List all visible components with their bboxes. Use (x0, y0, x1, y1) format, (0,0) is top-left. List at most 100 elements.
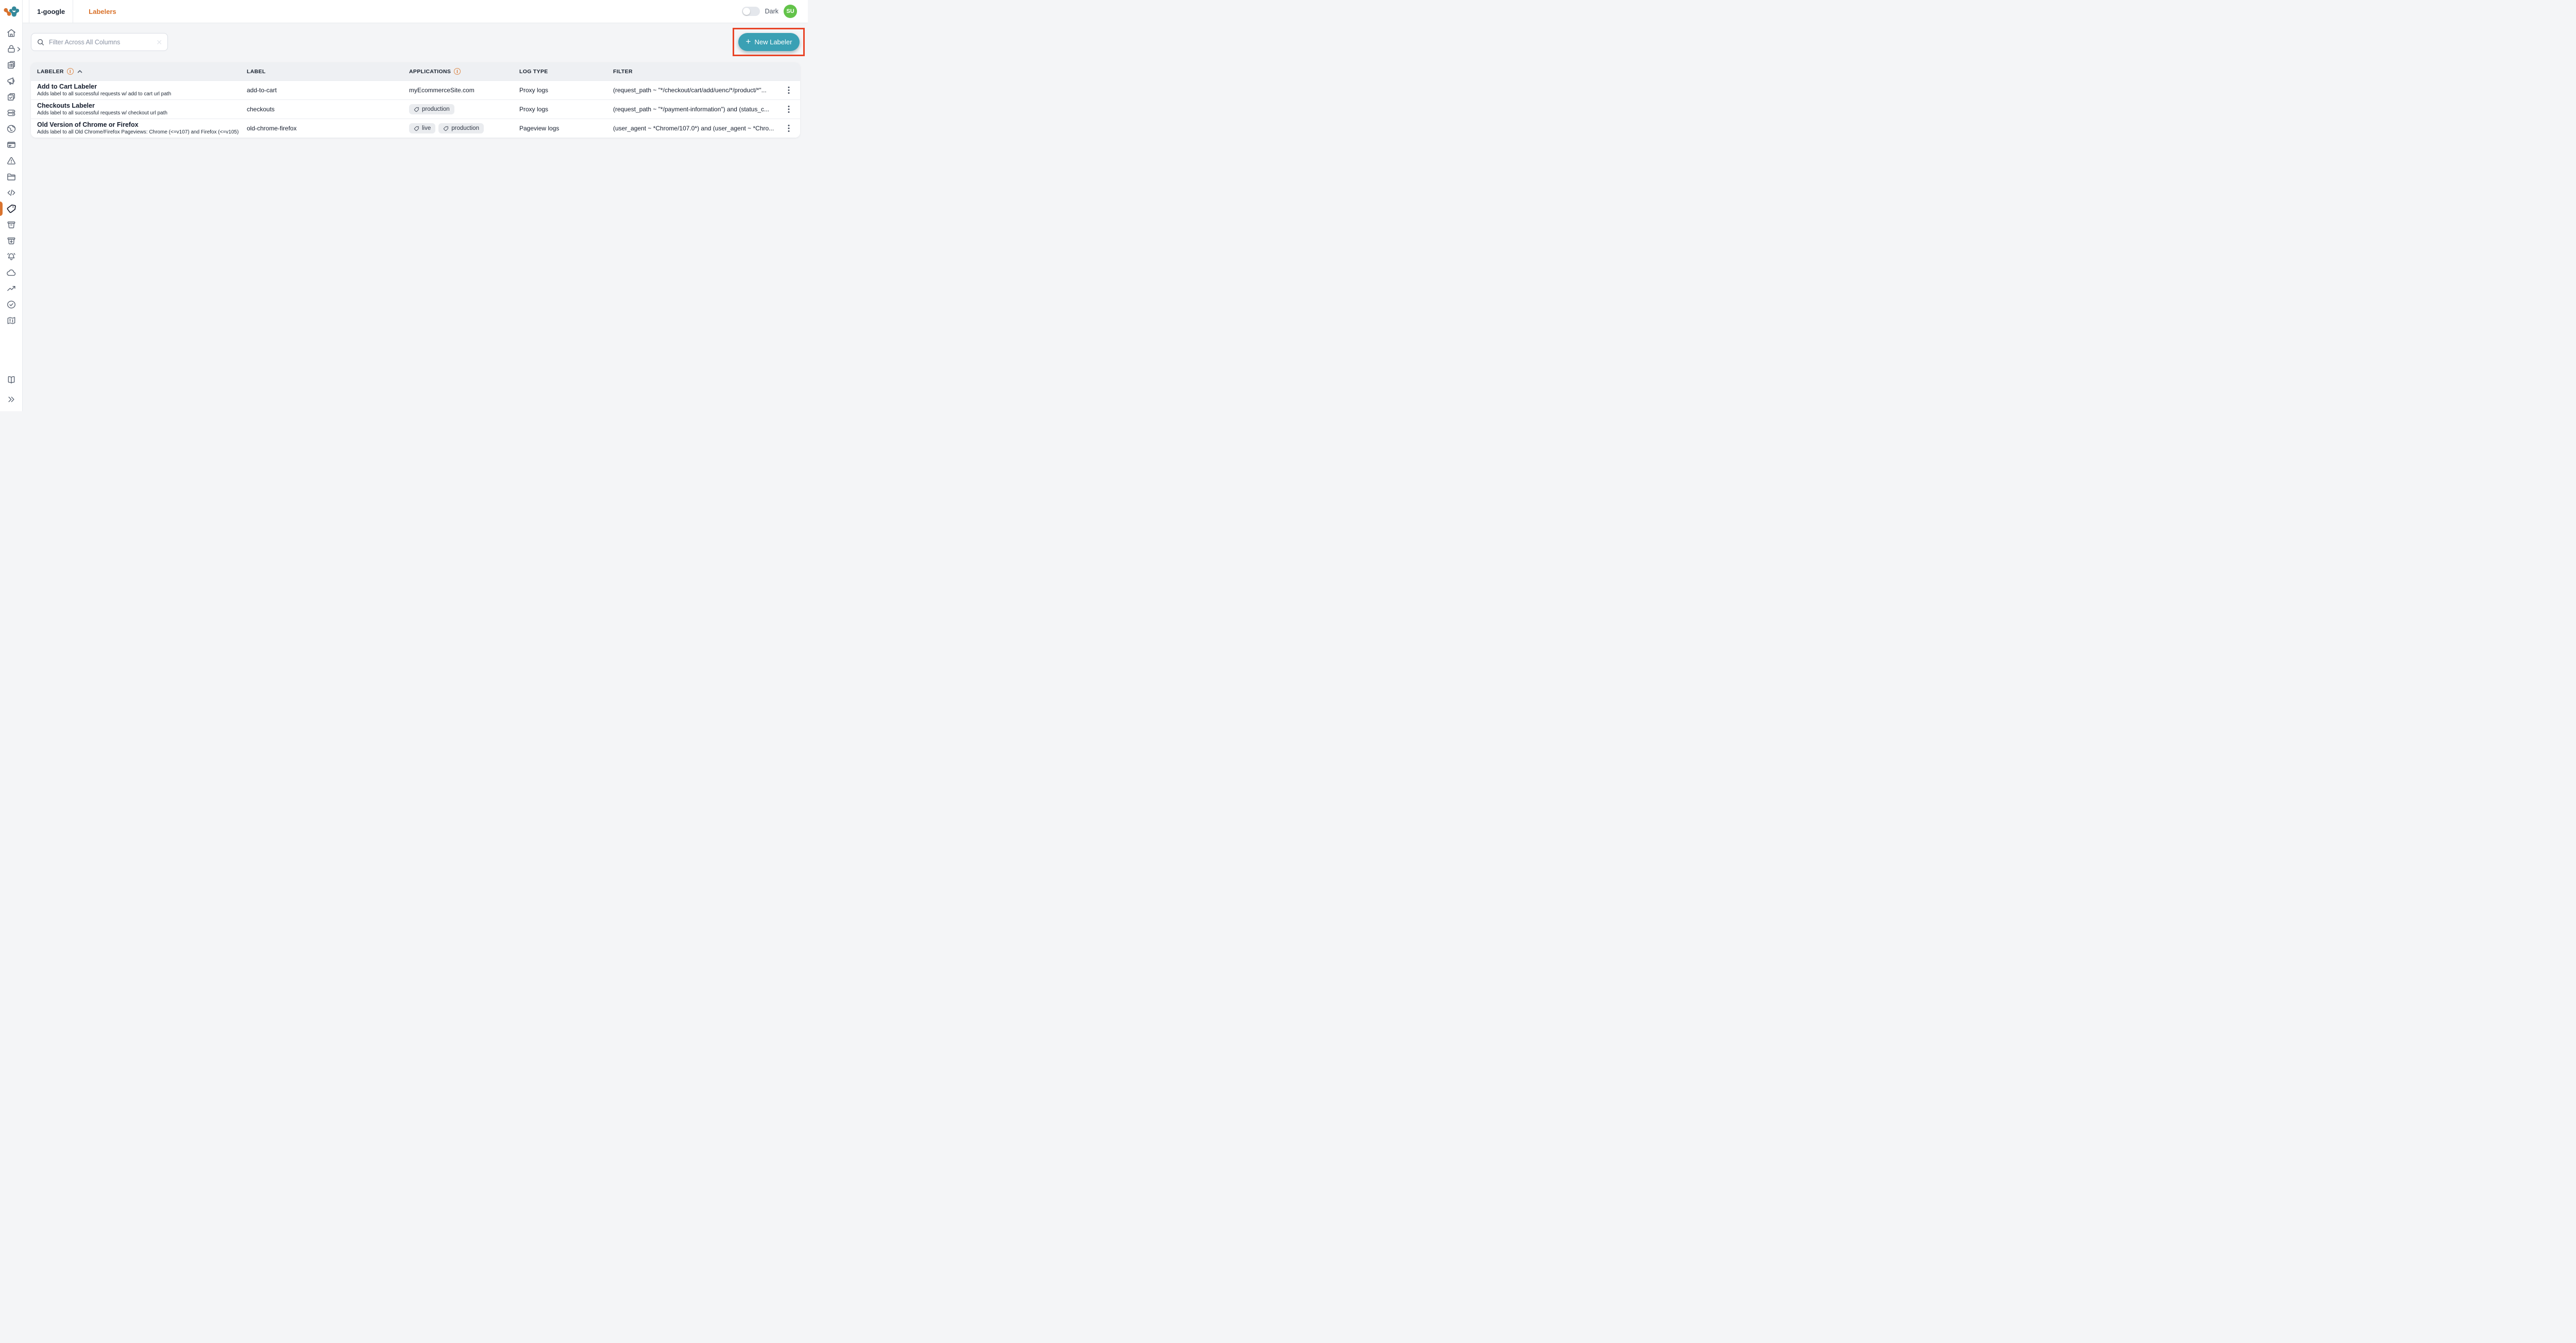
column-header-label[interactable]: LABEL (247, 69, 409, 75)
dark-mode-label: Dark (765, 8, 778, 15)
topbar-right: Dark SU (741, 5, 808, 18)
filter-search-box: ✕ (31, 33, 168, 51)
sidebar (0, 0, 23, 411)
cloud-icon (6, 269, 15, 276)
tag-icon (414, 126, 419, 131)
sidebar-item-megaphone[interactable] (0, 76, 22, 86)
check-circle-icon (7, 300, 15, 309)
tag-icon (414, 107, 419, 112)
map-icon (7, 317, 15, 324)
column-header-log-type[interactable]: LOG TYPE (519, 69, 613, 75)
info-icon[interactable]: i (66, 68, 74, 75)
labeler-description: Adds label to all successful requests w/… (37, 91, 172, 97)
sidebar-item-cloud[interactable] (0, 267, 22, 278)
kebab-menu-icon (788, 125, 790, 132)
labeler-description: Adds label to all Old Chrome/Firefox Pag… (37, 129, 239, 136)
sidebar-item-lock[interactable] (0, 44, 22, 54)
sidebar-item-pages[interactable] (0, 60, 22, 70)
credit-card-icon (7, 142, 15, 148)
log-type-cell: Proxy logs (519, 87, 549, 94)
labeler-name: Add to Cart Labeler (37, 82, 97, 90)
filter-cell: (user_agent ~ *Chrome/107.0*) and (user_… (613, 125, 774, 132)
user-avatar[interactable]: SU (784, 5, 797, 18)
sidebar-item-card[interactable] (0, 140, 22, 150)
tag-icon (444, 126, 449, 131)
labeler-cell: Checkouts Labeler Adds label to all succe… (31, 102, 247, 117)
table-row[interactable]: Add to Cart Labeler Adds label to all suc… (31, 80, 800, 99)
table-body: Add to Cart Labeler Adds label to all suc… (31, 80, 800, 138)
sidebar-item-tasks[interactable] (0, 92, 22, 102)
sort-ascending-icon[interactable] (77, 69, 83, 74)
row-actions-menu-button[interactable] (777, 105, 800, 113)
clear-filter-icon[interactable]: ✕ (156, 39, 162, 46)
toggle-knob (742, 8, 750, 15)
tag-icon (7, 205, 16, 213)
workspace-tab[interactable]: 1-google (29, 0, 74, 23)
clipboard-check-icon (7, 93, 15, 100)
double-chevron-right-icon (8, 396, 14, 402)
topbar: 1-google Labelers Dark SU (23, 0, 808, 23)
trend-up-icon (7, 286, 15, 291)
new-labeler-label: New Labeler (754, 38, 792, 46)
lock-icon (7, 45, 15, 53)
column-header-filter[interactable]: FILTER (613, 69, 777, 75)
application-tag-chip[interactable]: production (438, 123, 484, 133)
dark-mode-toggle[interactable] (741, 7, 760, 16)
table-header-row: LABELER i LABEL APPLICATIONS i LOG TYPE … (31, 62, 800, 80)
sidebar-expand-button[interactable] (0, 394, 22, 405)
main-content: ✕ + New Labeler LABELER i LABEL APPLICAT… (23, 23, 808, 411)
box-icon (7, 221, 15, 228)
search-icon (38, 39, 44, 45)
app-logo[interactable] (0, 0, 23, 23)
sidebar-item-home[interactable] (0, 28, 22, 38)
column-header-applications[interactable]: APPLICATIONS i (409, 68, 519, 75)
chevron-right-icon[interactable] (17, 47, 21, 52)
sidebar-item-alerts[interactable] (0, 156, 22, 166)
sidebar-item-globe[interactable] (0, 124, 22, 134)
application-tag-chip[interactable]: production (409, 104, 454, 114)
warning-triangle-icon (7, 157, 15, 165)
kebab-menu-icon (788, 87, 790, 94)
workspace-tab-label: 1-google (37, 7, 65, 15)
labeler-name: Old Version of Chrome or Firefox (37, 121, 139, 128)
new-labeler-button[interactable]: + New Labeler (738, 33, 800, 51)
sidebar-item-docs[interactable] (0, 375, 22, 385)
sidebar-item-checks[interactable] (0, 299, 22, 310)
globe-icon (7, 125, 15, 133)
filter-cell: (request_path ~ "*/checkout/cart/add/uen… (613, 87, 767, 94)
log-type-cell: Pageview logs (519, 125, 560, 132)
sidebar-item-trends[interactable] (0, 283, 22, 294)
sidebar-item-map[interactable] (0, 315, 22, 326)
column-header-labeler[interactable]: LABELER i (31, 68, 247, 75)
sidebar-item-bell[interactable] (0, 251, 22, 262)
labelers-table: LABELER i LABEL APPLICATIONS i LOG TYPE … (31, 62, 800, 138)
sidebar-item-code[interactable] (0, 188, 22, 198)
label-cell: add-to-cart (247, 87, 277, 94)
sidebar-item-folder[interactable] (0, 172, 22, 182)
pages-list-icon (7, 61, 15, 69)
sidebar-item-servers[interactable] (0, 108, 22, 118)
sidebar-item-labelers[interactable] (0, 202, 22, 216)
bell-icon (7, 253, 15, 260)
folder-icon (7, 173, 15, 180)
plus-icon: + (745, 36, 751, 46)
label-cell: old-chrome-firefox (247, 125, 297, 132)
table-row[interactable]: Old Version of Chrome or Firefox Adds lab… (31, 119, 800, 138)
labeler-description: Adds label to all successful requests w/… (37, 110, 167, 116)
application-tag-chip[interactable]: live (409, 123, 436, 133)
labeler-name: Checkouts Labeler (37, 102, 95, 109)
table-row[interactable]: Checkouts Labeler Adds label to all succe… (31, 99, 800, 119)
info-icon[interactable]: i (454, 68, 461, 75)
sidebar-item-box[interactable] (0, 220, 22, 230)
kebab-menu-icon (788, 106, 790, 113)
applications-cell: myEcommerceSite.com (409, 87, 474, 94)
row-actions-menu-button[interactable] (777, 86, 800, 94)
label-cell: checkouts (247, 106, 275, 113)
row-actions-menu-button[interactable] (777, 124, 800, 132)
page-title[interactable]: Labelers (89, 8, 116, 15)
sidebar-item-inbox[interactable] (0, 236, 22, 246)
filter-search-input[interactable] (49, 38, 152, 46)
sidebar-nav (0, 23, 22, 326)
home-icon (7, 29, 15, 37)
applications-cell: live production (409, 123, 519, 133)
